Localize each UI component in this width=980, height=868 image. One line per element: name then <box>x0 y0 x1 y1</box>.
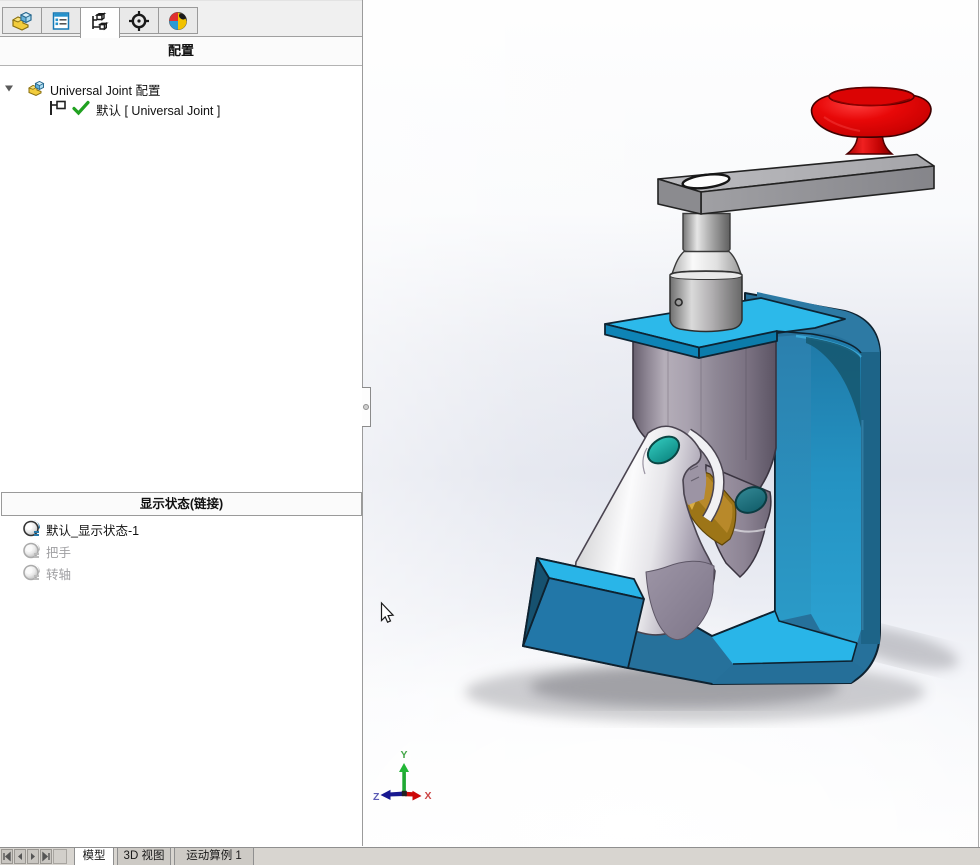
svg-text:X: X <box>425 790 432 802</box>
svg-text:Y: Y <box>401 749 408 761</box>
svg-text:Z: Z <box>373 791 380 803</box>
